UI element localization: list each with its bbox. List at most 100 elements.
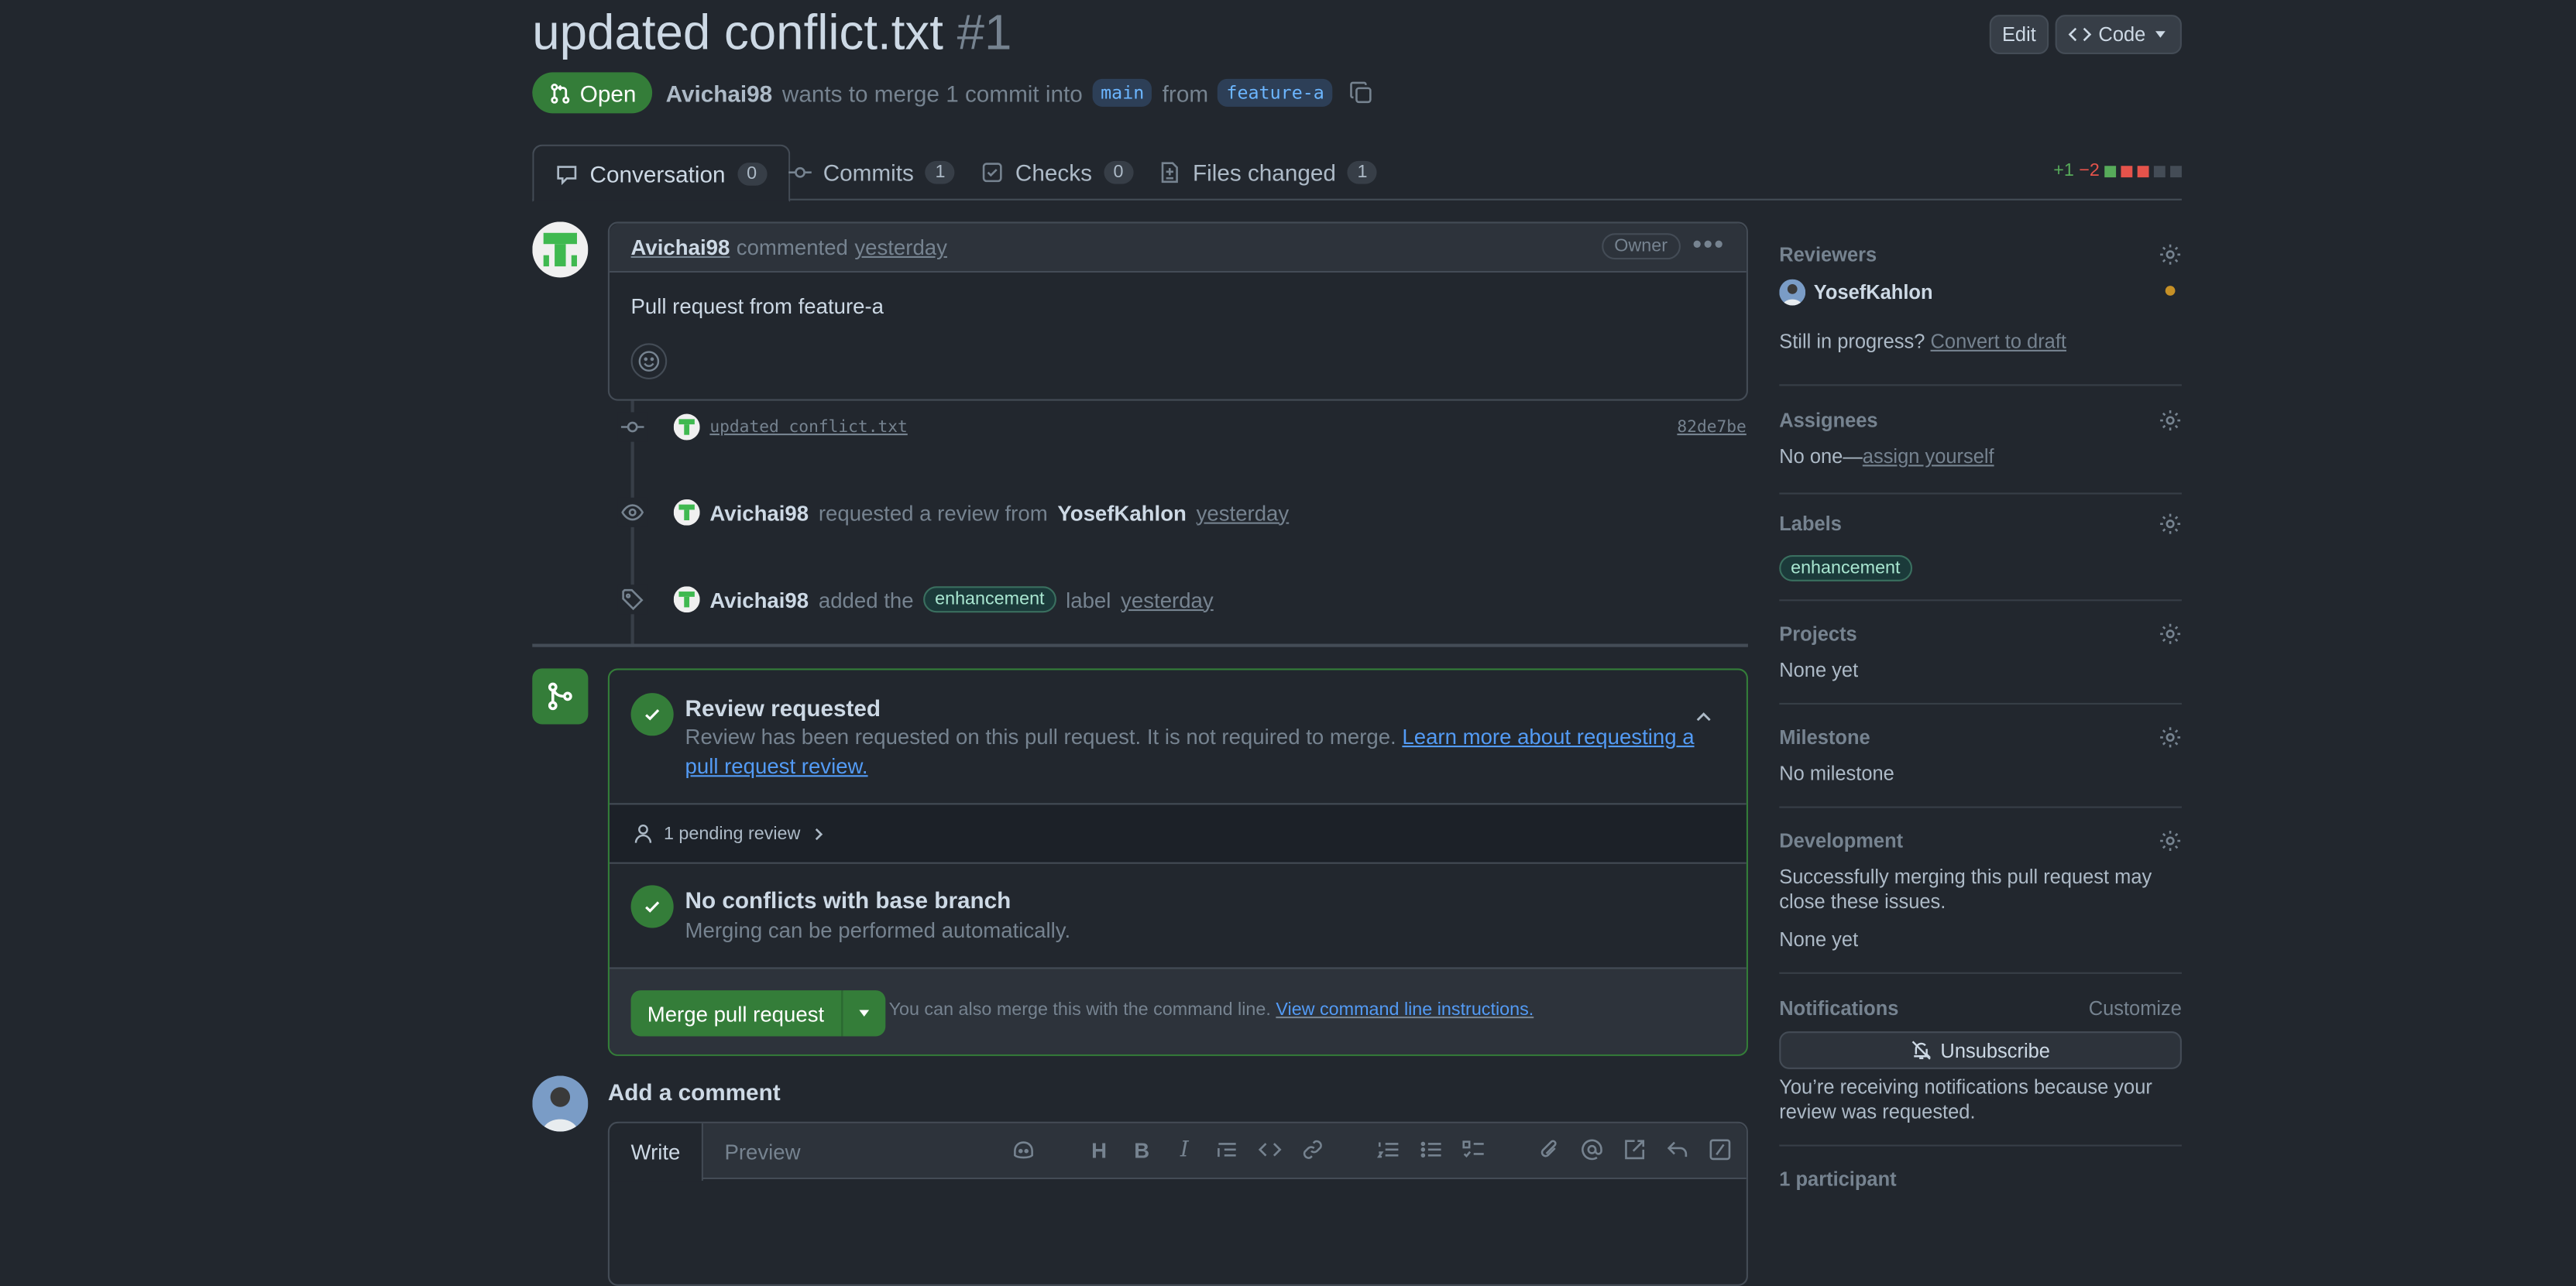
- pending-review-toggle[interactable]: 1 pending review: [609, 803, 1747, 864]
- actor-link[interactable]: Avichai98: [709, 587, 809, 612]
- reviewer-name[interactable]: YosefKahlon: [1814, 281, 1933, 304]
- reply-icon[interactable]: [1664, 1137, 1691, 1163]
- comment-author[interactable]: Avichai98: [631, 235, 730, 259]
- comment-body: Pull request from feature-a: [630, 293, 884, 319]
- tab-counter: 1: [1347, 160, 1378, 184]
- reviewer-avatar[interactable]: [1779, 279, 1806, 306]
- author-link[interactable]: Avichai98: [666, 80, 773, 106]
- avatar[interactable]: [673, 413, 700, 441]
- add-reaction-button[interactable]: [630, 343, 668, 379]
- head-branch[interactable]: feature-a: [1218, 78, 1333, 107]
- merge-icon: [532, 668, 589, 725]
- avatar[interactable]: [673, 499, 700, 526]
- diffstat: +1 −2: [2053, 161, 2182, 180]
- commit-icon: [788, 166, 812, 178]
- gear-icon[interactable]: [2159, 513, 2182, 536]
- label-badge[interactable]: enhancement: [923, 586, 1056, 613]
- bell-slash-icon: [1911, 1041, 1932, 1060]
- pending-review-label: 1 pending review: [663, 823, 801, 844]
- chevron-up-icon[interactable]: [1694, 708, 1713, 727]
- label-badge[interactable]: enhancement: [1779, 554, 1912, 581]
- tab-label: Files changed: [1192, 159, 1336, 186]
- pr-title-text: updated conflict.txt: [532, 6, 943, 61]
- event-time[interactable]: yesterday: [1197, 500, 1290, 525]
- tab-preview[interactable]: Preview: [703, 1123, 822, 1179]
- unsubscribe-label: Unsubscribe: [1940, 1038, 2050, 1062]
- reviewer-link[interactable]: YosefKahlon: [1057, 500, 1187, 525]
- task-list-icon[interactable]: [1461, 1137, 1487, 1163]
- edit-button[interactable]: Edit: [1988, 15, 2049, 54]
- caret-down-icon: [2155, 31, 2166, 38]
- commit-icon: [620, 421, 644, 433]
- avatar[interactable]: [673, 586, 700, 613]
- cli-note: You can also merge this with the command…: [889, 1000, 1534, 1020]
- event-text: added the: [818, 587, 914, 612]
- event-time[interactable]: yesterday: [1121, 587, 1214, 612]
- reviewers-heading: Reviewers: [1779, 242, 1877, 266]
- timeline-review-request: Avichai98 requested a review from YosefK…: [617, 497, 1290, 527]
- actor-link[interactable]: Avichai98: [709, 500, 809, 525]
- mention-icon[interactable]: [1578, 1137, 1605, 1163]
- diff-block: [2153, 165, 2166, 177]
- convert-to-draft-link[interactable]: Convert to draft: [1931, 330, 2066, 353]
- tab-checks[interactable]: Checks 0: [960, 145, 1155, 201]
- slash-command-icon[interactable]: [1707, 1137, 1733, 1163]
- paperclip-icon[interactable]: [1536, 1137, 1562, 1163]
- gear-icon[interactable]: [2159, 726, 2182, 749]
- commit-message[interactable]: updated conflict.txt: [709, 418, 907, 436]
- diff-block: [2121, 165, 2133, 177]
- merge-pull-request-button[interactable]: Merge pull request: [630, 990, 843, 1037]
- code-icon[interactable]: [1257, 1137, 1283, 1163]
- tab-counter: 0: [1103, 160, 1134, 184]
- tab-files-changed[interactable]: Files changed 1: [1137, 145, 1399, 201]
- owner-badge: Owner: [1601, 233, 1681, 260]
- current-user-avatar[interactable]: [532, 1075, 589, 1132]
- assignees-heading: Assignees: [1779, 409, 1878, 432]
- ordered-list-icon[interactable]: [1375, 1137, 1401, 1163]
- tab-counter: 1: [925, 160, 956, 184]
- gear-icon[interactable]: [2159, 829, 2182, 852]
- kebab-menu-icon[interactable]: •••: [1692, 231, 1725, 261]
- review-requested-title: Review requested: [685, 694, 881, 722]
- code-button[interactable]: Code: [2056, 15, 2182, 54]
- tab-commits[interactable]: Commits 1: [768, 145, 977, 201]
- bold-icon[interactable]: B: [1128, 1137, 1155, 1163]
- unordered-list-icon[interactable]: [1418, 1137, 1444, 1163]
- heading-icon[interactable]: H: [1086, 1137, 1112, 1163]
- merge-method-dropdown[interactable]: [842, 990, 885, 1037]
- timeline-divider: [532, 643, 1748, 647]
- customize-link[interactable]: Customize: [2089, 997, 2182, 1020]
- cli-note-text: You can also merge this with the command…: [888, 1000, 1271, 1020]
- gear-icon[interactable]: [2159, 622, 2182, 646]
- cli-instructions-link[interactable]: View command line instructions.: [1276, 1000, 1534, 1020]
- base-branch[interactable]: main: [1092, 78, 1152, 107]
- tab-conversation[interactable]: Conversation 0: [532, 144, 790, 202]
- draft-prefix: Still in progress?: [1779, 330, 1925, 354]
- copy-icon[interactable]: [1349, 81, 1374, 105]
- markdown-toolbar: H B I: [1011, 1137, 1733, 1163]
- commit-sha[interactable]: 82de7be: [1677, 419, 1746, 437]
- tab-write[interactable]: Write: [609, 1123, 704, 1181]
- link-icon[interactable]: [1300, 1137, 1326, 1163]
- sidebar-projects: Projects None yet: [1779, 622, 2182, 681]
- chevron-right-icon: [816, 827, 823, 840]
- assign-yourself-link[interactable]: assign yourself: [1863, 445, 1994, 468]
- projects-heading: Projects: [1779, 622, 1857, 646]
- gear-icon[interactable]: [2159, 409, 2182, 432]
- milestone-heading: Milestone: [1779, 725, 1870, 749]
- unsubscribe-button[interactable]: Unsubscribe: [1779, 1031, 2182, 1069]
- gear-icon[interactable]: [2159, 243, 2182, 266]
- comment-time[interactable]: yesterday: [854, 235, 947, 259]
- diff-block: [2137, 165, 2149, 177]
- quote-icon[interactable]: [1214, 1137, 1241, 1163]
- cross-reference-icon[interactable]: [1622, 1137, 1648, 1163]
- development-desc: Successfully merging this pull request m…: [1779, 865, 2152, 914]
- pending-dot-icon: [2165, 286, 2176, 296]
- additions-count: +1: [2053, 160, 2074, 181]
- status-badge: Open: [532, 72, 653, 114]
- author-avatar[interactable]: [532, 221, 589, 278]
- pr-title: updated conflict.txt #1: [532, 6, 1012, 62]
- copilot-icon[interactable]: [1011, 1137, 1037, 1163]
- sidebar-assignees: Assignees No one—assign yourself: [1779, 409, 2182, 468]
- italic-icon[interactable]: I: [1171, 1137, 1197, 1163]
